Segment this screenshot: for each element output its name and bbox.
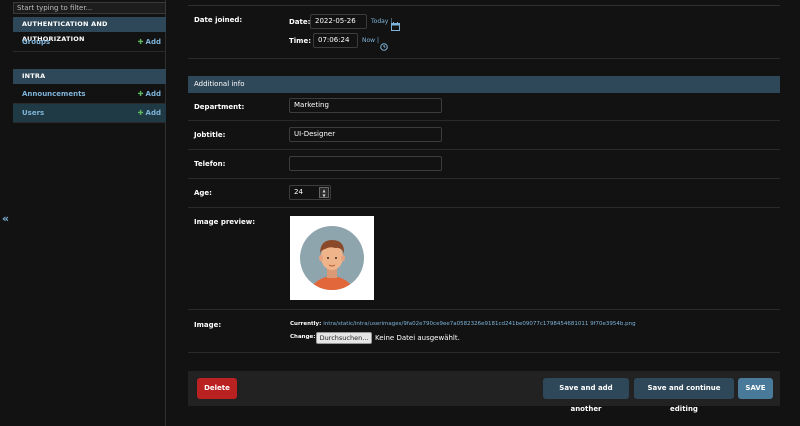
date-input[interactable]: 2022-05-26 <box>310 14 367 29</box>
collapse-sidebar-button[interactable]: « <box>2 212 9 225</box>
image-preview-label: Image preview: <box>194 218 256 226</box>
module-caption-auth[interactable]: AUTHENTICATION AND AUTHORIZATION <box>13 17 166 43</box>
divider <box>188 120 780 121</box>
department-input[interactable]: Marketing <box>289 98 442 113</box>
currently-info: Currently: intra/static/intra/userimages… <box>290 321 636 327</box>
divider <box>188 178 780 179</box>
image-preview <box>290 216 374 300</box>
plus-icon: ✚ <box>137 109 144 117</box>
jobtitle-input[interactable]: UI-Designer <box>289 127 442 142</box>
save-and-add-another-button[interactable]: Save and add another <box>543 378 629 413</box>
add-groups-link[interactable]: ✚ Add <box>138 33 161 51</box>
sidebar-item-label[interactable]: Users <box>22 109 44 117</box>
divider <box>188 207 780 208</box>
add-label: Add <box>145 109 161 117</box>
down-arrow-icon[interactable]: ▼ <box>320 193 328 198</box>
sidebar-item-announcements[interactable]: Announcements ✚ Add <box>13 85 166 104</box>
nav-sidebar: Start typing to filter... AUTHENTICATION… <box>0 0 166 426</box>
clock-icon[interactable] <box>380 36 388 51</box>
add-label: Add <box>145 38 161 46</box>
telefon-label: Telefon: <box>194 160 226 168</box>
telefon-input[interactable] <box>289 156 442 171</box>
department-label: Department: <box>194 103 245 111</box>
divider <box>188 149 780 150</box>
save-and-continue-button[interactable]: Save and continue editing <box>634 378 734 413</box>
add-label: Add <box>145 90 161 98</box>
divider <box>188 58 780 59</box>
divider <box>188 352 780 353</box>
age-stepper[interactable]: ▲ ▼ <box>319 187 329 198</box>
sidebar-item-label[interactable]: Announcements <box>22 90 86 98</box>
calendar-icon[interactable] <box>391 16 400 31</box>
image-label: Image: <box>194 321 222 329</box>
module-caption-intra[interactable]: INTRA <box>13 69 166 84</box>
delete-button[interactable]: Delete <box>197 378 237 399</box>
currently-label: Currently: <box>290 321 322 327</box>
time-sublabel: Time: <box>289 37 312 45</box>
today-link[interactable]: Today | <box>371 18 392 25</box>
plus-icon: ✚ <box>137 90 144 98</box>
fieldset-caption-additional-info: Additional info <box>188 76 780 93</box>
browse-file-button[interactable]: Durchsuchen... <box>316 332 372 344</box>
sidebar-item-groups[interactable]: Groups ✚ Add <box>13 33 166 52</box>
jobtitle-label: Jobtitle: <box>194 131 226 139</box>
time-input[interactable]: 07:06:24 <box>313 33 358 48</box>
date-joined-label: Date joined: <box>194 16 243 24</box>
save-button[interactable]: SAVE <box>738 378 773 399</box>
avatar-image <box>300 226 364 290</box>
plus-icon: ✚ <box>137 38 144 46</box>
divider <box>188 309 780 310</box>
sidebar-filter-input[interactable]: Start typing to filter... <box>13 2 166 14</box>
no-file-text: Keine Datei ausgewählt. <box>375 334 460 342</box>
sidebar-item-label[interactable]: Groups <box>22 38 50 46</box>
age-label: Age: <box>194 189 212 197</box>
date-sublabel: Date: <box>289 18 311 26</box>
current-image-link[interactable]: intra/static/intra/userimages/9fa02e790c… <box>323 321 635 327</box>
submit-row: Delete Save and add another Save and con… <box>188 371 780 413</box>
change-label: Change: <box>290 334 316 340</box>
sidebar-item-users[interactable]: Users ✚ Add <box>13 104 166 123</box>
now-link[interactable]: Now | <box>362 37 379 44</box>
add-users-link[interactable]: ✚ Add <box>138 104 161 122</box>
divider <box>188 5 780 6</box>
add-announcements-link[interactable]: ✚ Add <box>138 85 161 103</box>
